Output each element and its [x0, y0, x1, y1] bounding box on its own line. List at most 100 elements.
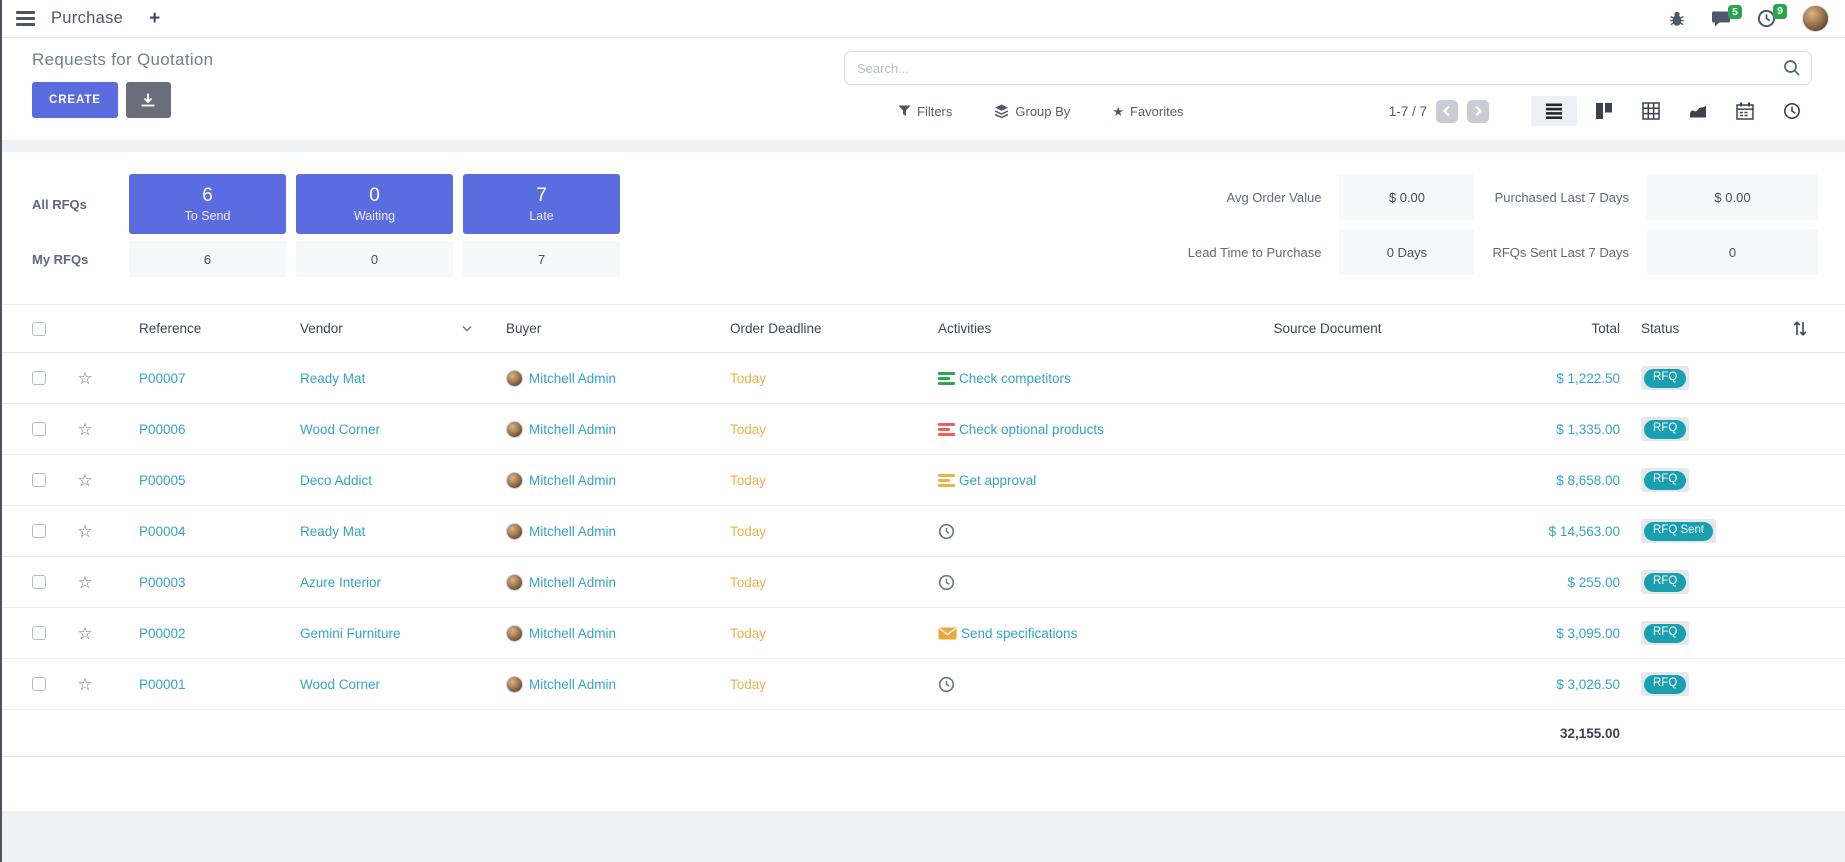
create-button[interactable]: CREATE [32, 82, 118, 118]
favorites-button[interactable]: ★ Favorites [1112, 104, 1183, 119]
row-checkbox[interactable] [32, 524, 46, 538]
column-header-reference[interactable]: Reference [110, 321, 290, 336]
row-reference[interactable]: P00002 [110, 626, 290, 641]
row-reference[interactable]: P00005 [110, 473, 290, 488]
row-buyer[interactable]: Mitchell Admin [490, 574, 715, 591]
favorite-star-icon[interactable]: ☆ [77, 370, 92, 387]
table-row[interactable]: ☆ P00003 Azure Interior Mitchell Admin T… [0, 557, 1845, 608]
row-order-deadline[interactable]: Today [715, 524, 925, 539]
pager-previous-button[interactable] [1436, 100, 1458, 123]
row-reference[interactable]: P00001 [110, 677, 290, 692]
row-reference[interactable]: P00007 [110, 371, 290, 386]
my-waiting-cell[interactable]: 0 [296, 241, 453, 277]
status-badge[interactable]: RFQ [1644, 573, 1686, 592]
row-checkbox[interactable] [32, 371, 46, 385]
favorite-star-icon[interactable]: ☆ [77, 421, 92, 438]
row-total[interactable]: $ 8,658.00 [1400, 473, 1625, 488]
row-order-deadline[interactable]: Today [715, 371, 925, 386]
status-badge[interactable]: RFQ [1644, 369, 1686, 388]
row-vendor[interactable]: Ready Mat [300, 524, 365, 539]
row-reference[interactable]: P00006 [110, 422, 290, 437]
favorite-star-icon[interactable]: ☆ [77, 625, 92, 642]
row-activity[interactable]: Send specifications [925, 626, 1255, 641]
column-header-status[interactable]: Status [1625, 321, 1755, 336]
row-buyer[interactable]: Mitchell Admin [490, 625, 715, 642]
row-vendor[interactable]: Azure Interior [300, 575, 381, 590]
row-buyer[interactable]: Mitchell Admin [490, 472, 715, 489]
status-badge[interactable]: RFQ [1644, 675, 1686, 694]
apps-menu-icon[interactable] [16, 11, 35, 26]
row-vendor[interactable]: Deco Addict [300, 473, 372, 488]
status-badge[interactable]: RFQ [1644, 471, 1686, 490]
activities-clock-icon[interactable]: 9 [1757, 9, 1776, 28]
table-row[interactable]: ☆ P00006 Wood Corner Mitchell Admin Toda… [0, 404, 1845, 455]
row-reference[interactable]: P00004 [110, 524, 290, 539]
plus-icon[interactable]: + [149, 9, 160, 28]
pivot-view-button[interactable] [1631, 96, 1671, 126]
table-row[interactable]: ☆ P00001 Wood Corner Mitchell Admin Toda… [0, 659, 1845, 710]
row-order-deadline[interactable]: Today [715, 422, 925, 437]
row-checkbox[interactable] [32, 626, 46, 640]
calendar-view-button[interactable] [1725, 96, 1765, 126]
column-header-vendor[interactable]: Vendor [290, 321, 490, 336]
card-waiting[interactable]: 0 Waiting [296, 174, 453, 234]
card-to-send[interactable]: 6 To Send [129, 174, 286, 234]
favorite-star-icon[interactable]: ☆ [77, 523, 92, 540]
row-total[interactable]: $ 1,222.50 [1400, 371, 1625, 386]
card-late[interactable]: 7 Late [463, 174, 620, 234]
row-total[interactable]: $ 1,335.00 [1400, 422, 1625, 437]
row-vendor[interactable]: Ready Mat [300, 371, 365, 386]
row-order-deadline[interactable]: Today [715, 473, 925, 488]
search-input[interactable] [844, 51, 1812, 85]
row-checkbox[interactable] [32, 473, 46, 487]
group-by-button[interactable]: Group By [994, 104, 1070, 119]
row-total[interactable]: $ 3,095.00 [1400, 626, 1625, 641]
column-header-total[interactable]: Total [1400, 321, 1625, 336]
row-checkbox[interactable] [32, 422, 46, 436]
row-activity[interactable] [925, 676, 1255, 693]
filters-button[interactable]: Filters [898, 104, 952, 119]
row-buyer[interactable]: Mitchell Admin [490, 370, 715, 387]
graph-view-button[interactable] [1678, 96, 1718, 126]
table-row[interactable]: ☆ P00004 Ready Mat Mitchell Admin Today … [0, 506, 1845, 557]
status-badge[interactable]: RFQ [1644, 624, 1686, 643]
row-order-deadline[interactable]: Today [715, 677, 925, 692]
status-badge[interactable]: RFQ Sent [1644, 522, 1713, 541]
row-order-deadline[interactable]: Today [715, 626, 925, 641]
row-total[interactable]: $ 3,026.50 [1400, 677, 1625, 692]
pager-next-button[interactable] [1467, 100, 1489, 123]
row-activity[interactable] [925, 574, 1255, 591]
column-header-order-deadline[interactable]: Order Deadline [715, 321, 925, 336]
table-row[interactable]: ☆ P00007 Ready Mat Mitchell Admin Today … [0, 353, 1845, 404]
table-row[interactable]: ☆ P00005 Deco Addict Mitchell Admin Toda… [0, 455, 1845, 506]
row-activity[interactable] [925, 523, 1255, 540]
my-to-send-cell[interactable]: 6 [129, 241, 286, 277]
my-late-cell[interactable]: 7 [463, 241, 620, 277]
debug-bug-icon[interactable] [1669, 11, 1685, 27]
row-activity[interactable]: Get approval [925, 473, 1255, 488]
search-icon[interactable] [1783, 59, 1801, 77]
row-activity[interactable]: Check competitors [925, 371, 1255, 386]
table-row[interactable]: ☆ P00002 Gemini Furniture Mitchell Admin… [0, 608, 1845, 659]
activity-view-button[interactable] [1772, 96, 1812, 126]
row-order-deadline[interactable]: Today [715, 575, 925, 590]
column-header-source-document[interactable]: Source Document [1255, 321, 1400, 336]
row-reference[interactable]: P00003 [110, 575, 290, 590]
optional-columns-icon[interactable] [1792, 320, 1808, 337]
row-buyer[interactable]: Mitchell Admin [490, 421, 715, 438]
select-all-checkbox[interactable] [32, 322, 46, 336]
list-view-button[interactable] [1531, 96, 1577, 126]
row-vendor[interactable]: Wood Corner [300, 422, 380, 437]
row-buyer[interactable]: Mitchell Admin [490, 523, 715, 540]
favorite-star-icon[interactable]: ☆ [77, 574, 92, 591]
kanban-view-button[interactable] [1584, 96, 1624, 126]
favorite-star-icon[interactable]: ☆ [77, 676, 92, 693]
messages-icon[interactable]: 5 [1711, 10, 1731, 28]
app-name[interactable]: Purchase [51, 9, 123, 28]
column-header-activities[interactable]: Activities [925, 321, 1255, 336]
row-vendor[interactable]: Wood Corner [300, 677, 380, 692]
row-checkbox[interactable] [32, 575, 46, 589]
row-total[interactable]: $ 14,563.00 [1400, 524, 1625, 539]
export-button[interactable] [126, 82, 171, 118]
row-checkbox[interactable] [32, 677, 46, 691]
